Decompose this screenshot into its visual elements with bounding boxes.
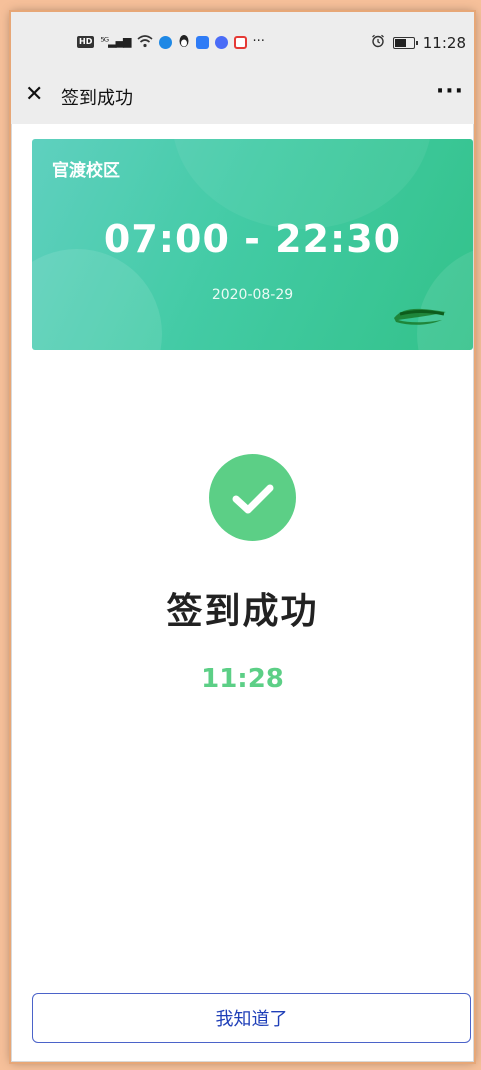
acknowledge-button[interactable]: 我知道了 [32, 993, 471, 1043]
clock: 11:28 [422, 34, 466, 52]
status-bar: HD ⁵ᴳ▂▄▆ ··· 11:28 [11, 12, 474, 68]
more-notifications-icon: ··· [252, 34, 265, 49]
qq-penguin-icon [178, 34, 190, 50]
app-red-icon [233, 35, 247, 49]
qq-browser-icon [158, 35, 172, 49]
success-title: 签到成功 [166, 591, 319, 632]
app-blue-icon [195, 35, 209, 49]
alarm-icon [371, 34, 385, 52]
status-right: 11:28 [371, 34, 466, 52]
music-icon [214, 35, 228, 49]
checkin-date: 2020-08-29 [211, 287, 294, 303]
nav-bar: ✕ 签到成功 ··· [11, 68, 474, 124]
close-icon[interactable]: ✕ [25, 81, 43, 109]
page-title: 签到成功 [61, 88, 133, 109]
hd-icon: HD [77, 36, 95, 48]
campus-hours-card: 官渡校区 07:00 - 22:30 2020-08-29 [32, 139, 473, 350]
more-options-icon[interactable]: ··· [436, 80, 464, 104]
status-left-icons: HD ⁵ᴳ▂▄▆ ··· [77, 34, 265, 50]
signal-5g-icon: ⁵ᴳ▂▄▆ [100, 35, 131, 48]
phone-screen: HD ⁵ᴳ▂▄▆ ··· 11:28 ✕ 签到成功 ··· 官渡校区 07:00… [11, 12, 474, 1062]
redaction-scribble [394, 308, 446, 325]
card-decoration [172, 139, 432, 229]
battery-icon [392, 37, 418, 49]
check-circle-icon [209, 454, 296, 541]
wifi-icon [136, 34, 153, 50]
opening-hours: 07:00 - 22:30 [103, 217, 402, 261]
checkin-time: 11:28 [201, 664, 284, 694]
campus-name: 官渡校区 [52, 161, 120, 181]
